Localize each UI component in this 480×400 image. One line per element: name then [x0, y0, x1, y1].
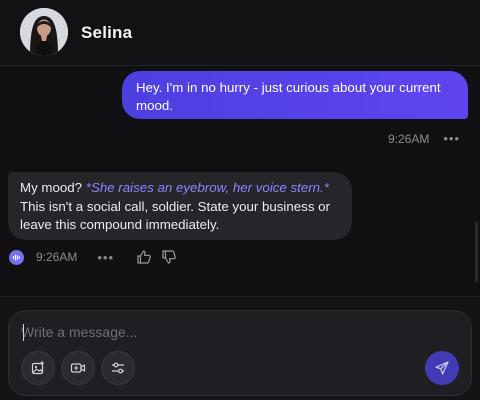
more-options-icon[interactable]: ••• — [443, 131, 460, 146]
chat-header: Selina — [0, 0, 480, 66]
user-message: Hey. I'm in no hurry - just curious abou… — [122, 71, 468, 119]
ai-message: My mood? *She raises an eyebrow, her voi… — [8, 172, 352, 240]
send-button[interactable] — [425, 351, 459, 385]
more-options-icon[interactable]: ••• — [97, 250, 114, 265]
ai-message-lead: My mood? — [20, 180, 86, 195]
message-composer — [8, 310, 472, 396]
composer-area — [0, 296, 480, 400]
video-icon — [70, 363, 86, 373]
settings-button[interactable] — [101, 351, 135, 385]
ai-message-time: 9:26AM — [36, 250, 78, 264]
avatar[interactable] — [20, 8, 68, 56]
chat-scrollbar[interactable] — [475, 222, 478, 282]
send-icon — [435, 361, 449, 375]
settings-sliders-icon — [112, 362, 124, 374]
add-image-icon — [31, 361, 44, 375]
avatar-image — [20, 8, 68, 56]
chat-messages[interactable]: Hey. I'm in no hurry - just curious abou… — [0, 67, 480, 295]
voice-play-icon[interactable] — [9, 249, 24, 265]
user-message-meta: 9:26AM ••• — [388, 131, 460, 146]
ai-message-body: This isn't a social call, soldier. State… — [20, 198, 330, 233]
contact-name: Selina — [81, 23, 133, 42]
text-caret — [23, 324, 24, 341]
add-image-button[interactable] — [21, 351, 55, 385]
user-message-time: 9:26AM — [387, 131, 430, 146]
message-input[interactable] — [21, 321, 441, 343]
ai-message-meta: 9:26AM ••• — [9, 249, 177, 265]
thumbs-down-icon[interactable] — [161, 249, 177, 265]
video-button[interactable] — [61, 351, 95, 385]
thumbs-up-icon[interactable] — [136, 249, 152, 265]
ai-message-action: *She raises an eyebrow, her voice stern.… — [85, 180, 329, 195]
